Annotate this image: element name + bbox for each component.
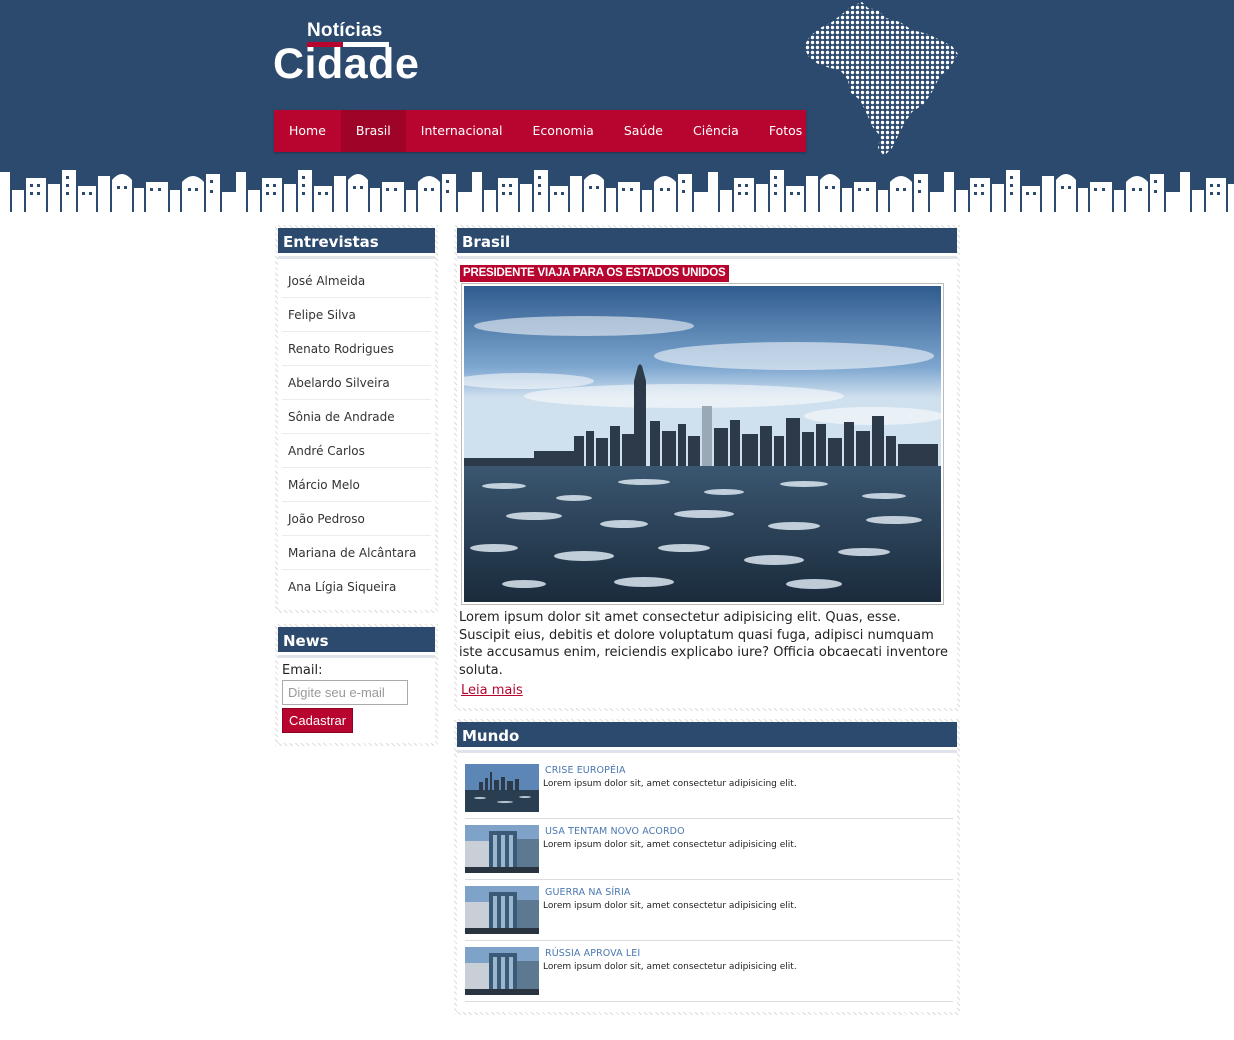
main-nav: Home Brasil Internacional Economia Saúde…: [274, 110, 806, 152]
news-thumbnail: [465, 886, 539, 934]
world-news-list: CRISE EUROPÉIA Lorem ipsum dolor sit, am…: [457, 750, 957, 1002]
newsletter-title: News: [278, 627, 435, 655]
world-news-item[interactable]: GUERRA NA SÍRIA Lorem ipsum dolor sit, a…: [465, 880, 953, 941]
nav-fotos[interactable]: Fotos: [754, 110, 817, 152]
world-news-title[interactable]: RÚSSIA APROVA LEI: [545, 948, 640, 959]
site-header: Notícias Cidade Home Brasil Internaciona…: [0, 0, 1234, 212]
headline-photo[interactable]: [461, 283, 944, 605]
nav-saude[interactable]: Saúde: [609, 110, 678, 152]
newsletter-form: Email: Cadastrar: [278, 655, 435, 733]
world-news-item[interactable]: RÚSSIA APROVA LEI Lorem ipsum dolor sit,…: [465, 941, 953, 1002]
world-news-title[interactable]: CRISE EUROPÉIA: [545, 765, 626, 776]
interview-item[interactable]: José Almeida: [282, 264, 431, 298]
world-news-desc: Lorem ipsum dolor sit, amet consectetur …: [543, 779, 797, 789]
city-skyline-photo: [464, 286, 941, 602]
newsletter-box: News Email: Cadastrar: [275, 624, 438, 746]
interview-item[interactable]: Mariana de Alcântara: [282, 536, 431, 570]
nav-internacional[interactable]: Internacional: [406, 110, 518, 152]
email-label: Email:: [282, 663, 323, 678]
world-news-desc: Lorem ipsum dolor sit, amet consectetur …: [543, 962, 797, 972]
article-body: Lorem ipsum dolor sit amet consectetur a…: [459, 610, 949, 678]
logo-big-text: Cidade: [273, 40, 420, 88]
interviews-list: José Almeida Felipe Silva Renato Rodrigu…: [278, 264, 435, 604]
brasil-section: Brasil PRESIDENTE VIAJA PARA OS ESTADOS …: [454, 225, 960, 711]
read-more-link[interactable]: Leia mais: [461, 683, 523, 698]
nav-brasil[interactable]: Brasil: [340, 110, 406, 152]
world-news-item[interactable]: CRISE EUROPÉIA Lorem ipsum dolor sit, am…: [465, 758, 953, 819]
interview-item[interactable]: André Carlos: [282, 434, 431, 468]
brasil-section-title: Brasil: [457, 228, 957, 256]
world-section: Mundo CRISE EUROPÉIA Lorem ipsum dolor s…: [454, 719, 960, 1015]
headline-tag[interactable]: PRESIDENTE VIAJA PARA OS ESTADOS UNIDOS: [460, 265, 729, 282]
email-field[interactable]: [282, 680, 408, 705]
news-thumbnail: [465, 764, 539, 812]
world-section-title: Mundo: [457, 722, 957, 750]
world-news-desc: Lorem ipsum dolor sit, amet consectetur …: [543, 840, 797, 850]
interview-item[interactable]: Felipe Silva: [282, 298, 431, 332]
world-news-item[interactable]: USA TENTAM NOVO ACORDO Lorem ipsum dolor…: [465, 819, 953, 880]
interview-item[interactable]: Abelardo Silveira: [282, 366, 431, 400]
interview-item[interactable]: Renato Rodrigues: [282, 332, 431, 366]
logo-small-text: Notícias: [307, 20, 383, 41]
subscribe-button[interactable]: Cadastrar: [282, 708, 354, 733]
interview-item[interactable]: João Pedroso: [282, 502, 431, 536]
interviews-box: Entrevistas José Almeida Felipe Silva Re…: [275, 225, 438, 613]
interview-item[interactable]: Márcio Melo: [282, 468, 431, 502]
world-news-title[interactable]: GUERRA NA SÍRIA: [545, 887, 631, 898]
brazil-map-icon: [804, 2, 958, 156]
world-news-title[interactable]: USA TENTAM NOVO ACORDO: [545, 826, 685, 837]
world-news-desc: Lorem ipsum dolor sit, amet consectetur …: [543, 901, 797, 911]
nav-home[interactable]: Home: [274, 110, 341, 152]
interview-item[interactable]: Sônia de Andrade: [282, 400, 431, 434]
site-logo[interactable]: Notícias Cidade: [273, 18, 423, 90]
nav-ciencia[interactable]: Ciência: [678, 110, 754, 152]
nav-economia[interactable]: Economia: [518, 110, 609, 152]
news-thumbnail: [465, 947, 539, 995]
news-thumbnail: [465, 825, 539, 873]
interviews-title: Entrevistas: [278, 228, 435, 256]
interview-item[interactable]: Ana Lígia Siqueira: [282, 570, 431, 604]
city-skyline-decoration: [0, 164, 1234, 212]
